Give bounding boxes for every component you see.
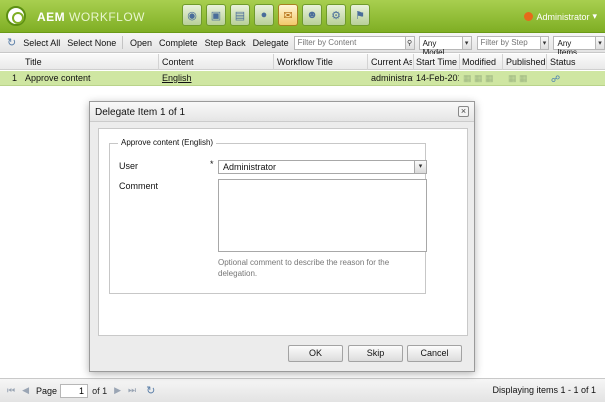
- column-header-title[interactable]: Title: [25, 57, 145, 67]
- column-header-start-time[interactable]: Start Time: [416, 57, 458, 67]
- row-published-icons: ▦ ▦: [508, 73, 528, 83]
- row-title: Approve content: [25, 73, 91, 83]
- column-header-current-assignee[interactable]: Current As: [371, 57, 412, 67]
- select-all-button[interactable]: Select All: [23, 38, 60, 48]
- skip-button[interactable]: Skip: [348, 345, 403, 362]
- user-menu[interactable]: Administrator ▾: [524, 11, 597, 22]
- cancel-button[interactable]: Cancel: [407, 345, 462, 362]
- app-header: AEM WORKFLOW ◉ ▣ ▤ ● ✉ ☻ ⚙ ⚑ Administrat…: [0, 0, 605, 33]
- inbox-icon[interactable]: ✉: [278, 4, 298, 26]
- brand-workflow: WORKFLOW: [69, 10, 146, 24]
- row-content-link[interactable]: English: [162, 73, 192, 83]
- filter-step-input[interactable]: [476, 35, 541, 50]
- column-divider: [273, 54, 274, 70]
- app-switcher: ◉ ▣ ▤ ● ✉ ☻ ⚙ ⚑: [182, 4, 370, 28]
- next-page-icon[interactable]: ▶: [114, 385, 121, 396]
- row-modified-icons: ▦ ▦ ▦: [463, 73, 494, 83]
- tagging-icon[interactable]: ⚑: [350, 4, 370, 26]
- digital-assets-icon[interactable]: ▣: [206, 4, 226, 26]
- grid-toolbar: ↻ Select All Select None Open Complete S…: [0, 33, 605, 57]
- column-header-published[interactable]: Published: [506, 57, 546, 67]
- model-filter-select[interactable]: Any Model: [418, 35, 463, 57]
- row-current-assignee: administrat: [371, 73, 413, 83]
- paging-toolbar: ⏮ ◀ Page of 1 ▶ ⏭ ↻ Displaying items 1 -…: [0, 378, 605, 402]
- last-page-icon[interactable]: ⏭: [128, 385, 136, 396]
- page-label: Page: [36, 385, 58, 396]
- users-icon[interactable]: ☻: [302, 4, 322, 26]
- column-header-status[interactable]: Status: [550, 57, 590, 67]
- page-count: of 1: [92, 385, 108, 396]
- column-header-workflow-title[interactable]: Workflow Title: [277, 57, 362, 67]
- comment-hint: Optional comment to describe the reason …: [218, 258, 390, 278]
- campaigns-icon[interactable]: ▤: [230, 4, 250, 26]
- workflow-status-icon[interactable]: ☍: [551, 74, 560, 85]
- ok-button[interactable]: OK: [288, 345, 343, 362]
- search-icon[interactable]: ⚲: [405, 35, 415, 50]
- column-divider: [546, 54, 547, 70]
- column-header-content[interactable]: Content: [162, 57, 262, 67]
- community-icon[interactable]: ●: [254, 4, 274, 26]
- step-back-button[interactable]: Step Back: [205, 38, 246, 48]
- complete-button[interactable]: Complete: [159, 38, 198, 48]
- select-none-button[interactable]: Select None: [67, 38, 116, 48]
- delegate-fieldset: Approve content (English) User * Adminis…: [109, 138, 427, 294]
- user-label: User: [119, 161, 139, 171]
- brand-aem: AEM: [37, 10, 66, 24]
- dialog-body: Approve content (English) User * Adminis…: [98, 128, 468, 336]
- user-icon: [524, 12, 534, 21]
- dialog-title: Delegate Item 1 of 1: [95, 107, 186, 118]
- refresh-icon[interactable]: ↻: [7, 36, 16, 49]
- brand-title: AEM WORKFLOW: [37, 10, 145, 24]
- dialog-header[interactable]: Delegate Item 1 of 1 ×: [90, 102, 474, 122]
- row-start-time: 14-Feb-201: [416, 73, 459, 83]
- open-button[interactable]: Open: [130, 38, 152, 48]
- fieldset-legend: Approve content (English): [118, 138, 217, 147]
- chevron-down-icon[interactable]: ▾: [462, 35, 472, 50]
- column-header-modified[interactable]: Modified: [462, 57, 502, 67]
- chevron-down-icon[interactable]: ▾: [414, 161, 426, 173]
- column-divider: [158, 54, 159, 70]
- comment-label: Comment: [119, 181, 159, 191]
- column-divider: [459, 54, 460, 70]
- tools-icon[interactable]: ⚙: [326, 4, 346, 26]
- refresh-icon[interactable]: ↻: [146, 384, 155, 397]
- grid-header: Title Content Workflow Title Current As …: [0, 54, 605, 70]
- column-divider: [413, 54, 414, 70]
- column-divider: [367, 54, 368, 70]
- dialog-buttons: OK Skip Cancel: [90, 345, 474, 365]
- websites-icon[interactable]: ◉: [182, 4, 202, 26]
- column-divider: [502, 54, 503, 70]
- user-select[interactable]: Administrator ▾: [218, 160, 427, 174]
- close-icon[interactable]: ×: [458, 106, 469, 117]
- previous-page-icon[interactable]: ◀: [22, 385, 29, 396]
- filter-content-input[interactable]: [293, 35, 406, 50]
- aem-logo: [6, 6, 26, 26]
- first-page-icon[interactable]: ⏮: [7, 385, 15, 396]
- comment-textarea[interactable]: [218, 179, 427, 252]
- delegate-dialog: Delegate Item 1 of 1 × Approve content (…: [89, 101, 475, 372]
- chevron-down-icon[interactable]: ▾: [540, 35, 550, 50]
- toolbar-divider: [122, 36, 123, 49]
- page-number-input[interactable]: [60, 383, 89, 398]
- delegate-button[interactable]: Delegate: [253, 38, 289, 48]
- displaying-info: Displaying items 1 - 1 of 1: [492, 385, 596, 395]
- row-number: 1: [12, 73, 18, 83]
- caret-down-icon: ▾: [592, 11, 597, 21]
- table-row[interactable]: 1 Approve content English administrat 14…: [0, 71, 605, 86]
- user-name: Administrator: [536, 11, 590, 22]
- required-asterisk: *: [210, 159, 214, 169]
- chevron-down-icon[interactable]: ▾: [596, 35, 605, 50]
- user-select-value: Administrator: [223, 162, 277, 172]
- items-filter-select[interactable]: Any Items: [553, 35, 597, 57]
